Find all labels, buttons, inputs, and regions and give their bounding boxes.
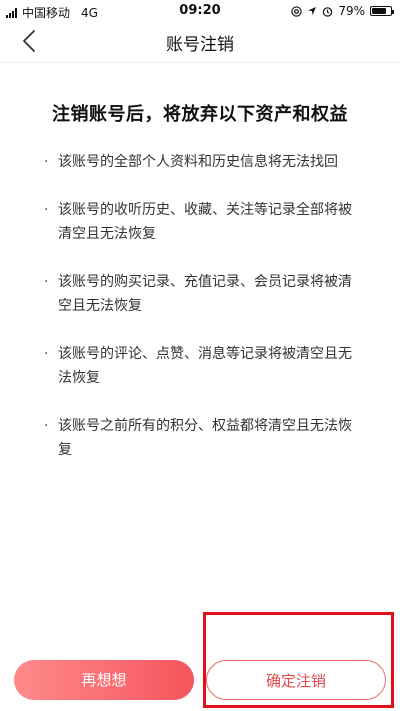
at-icon [291,5,303,17]
battery-icon [370,6,394,16]
bullet: · [44,202,49,218]
nav-bar: 账号注销 [0,22,400,62]
list-item: · 该账号之前所有的积分、权益都将清空且无法恢复 [44,414,364,462]
rule-text: 该账号之前所有的积分、权益都将清空且无法恢复 [58,418,352,458]
rule-text: 该账号的购买记录、充值记录、会员记录将被清空且无法恢复 [58,274,352,314]
confirm-deactivate-button[interactable]: 确定注销 [206,660,386,700]
alarm-icon [323,6,333,17]
nav-divider [0,62,400,63]
location-arrow-icon [308,7,317,15]
rethink-button[interactable]: 再想想 [14,660,194,700]
list-item: · 该账号的购买记录、充值记录、会员记录将被清空且无法恢复 [44,270,364,318]
page-title: 账号注销 [166,35,234,55]
bullet: · [44,418,49,434]
rule-text: 该账号的收听历史、收藏、关注等记录全部将被清空且无法恢复 [58,202,352,242]
rule-text: 该账号的评论、点赞、消息等记录将被清空且无法恢复 [58,346,352,386]
status-bar: 中国移动 4G 09:20 79% [0,0,400,22]
status-right: 79% [291,4,394,18]
list-item: · 该账号的收听历史、收藏、关注等记录全部将被清空且无法恢复 [44,198,364,246]
page: 中国移动 4G 09:20 79% 账号注销 注销账号后，将放弃以下资产和权益 … [0,0,400,711]
list-item: · 该账号的全部个人资料和历史信息将无法找回 [44,150,364,174]
list-item: · 该账号的评论、点赞、消息等记录将被清空且无法恢复 [44,342,364,390]
content-heading: 注销账号后，将放弃以下资产和权益 [52,104,348,125]
battery-percent: 79% [338,4,365,18]
rules-list: · 该账号的全部个人资料和历史信息将无法找回 · 该账号的收听历史、收藏、关注等… [44,150,364,486]
bullet: · [44,346,49,362]
battery-fill [372,8,387,14]
bullet: · [44,154,49,170]
bullet: · [44,274,49,290]
rule-text: 该账号的全部个人资料和历史信息将无法找回 [58,154,338,170]
